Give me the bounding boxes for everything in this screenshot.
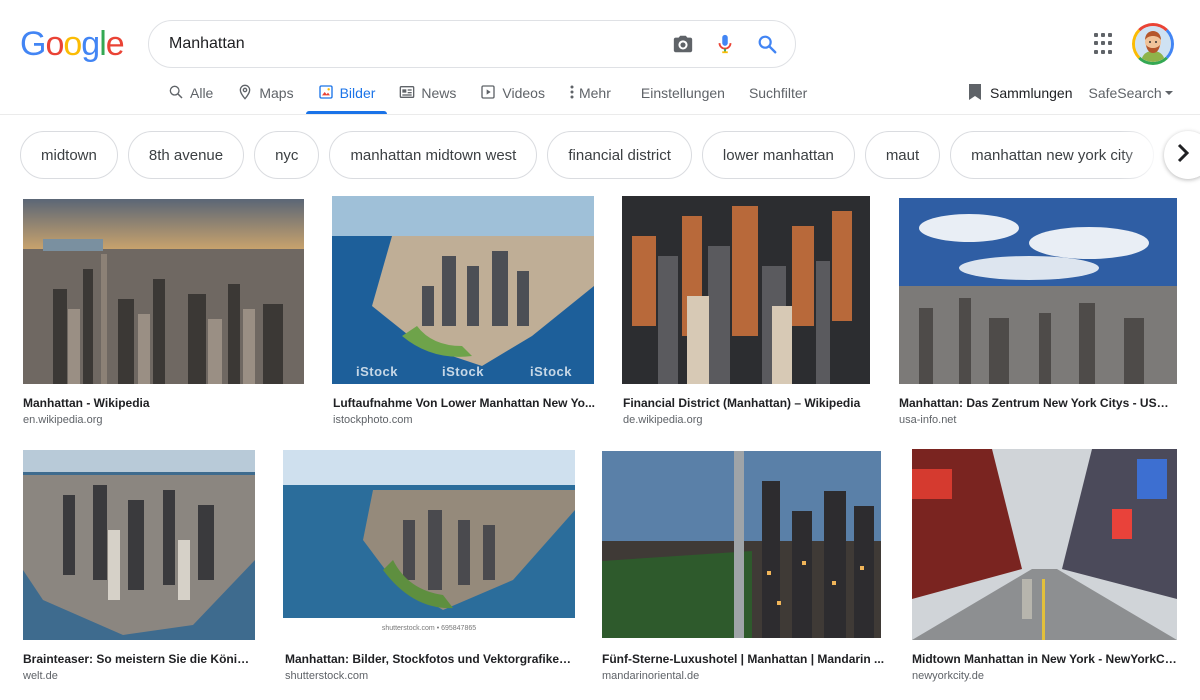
- result-title: Manhattan: Das Zentrum New York Citys - …: [899, 396, 1177, 410]
- right-tools: Sammlungen SafeSearch: [968, 72, 1174, 114]
- tab-news[interactable]: News: [387, 72, 468, 114]
- map-pin-icon: [237, 84, 253, 103]
- result-title: Manhattan - Wikipedia: [23, 396, 150, 410]
- result-thumbnail: shutterstock.com • 695847865: [283, 450, 575, 640]
- result-source: shutterstock.com: [285, 670, 369, 682]
- result-source: newyorkcity.de: [912, 670, 984, 682]
- caret-down-icon: [1164, 85, 1174, 101]
- search-tabs: Alle Maps Bilder News Videos Mehr Einste…: [166, 72, 819, 114]
- tab-mehr[interactable]: Mehr: [557, 72, 623, 114]
- result-source: en.wikipedia.org: [23, 414, 103, 426]
- chip[interactable]: maut: [864, 131, 941, 179]
- result-thumbnail: iStock iStock iStock: [332, 196, 594, 384]
- chip[interactable]: midtown: [20, 131, 118, 179]
- tab-maps[interactable]: Maps: [225, 72, 305, 114]
- watermark-text: iStock: [530, 364, 573, 379]
- microphone-icon[interactable]: [713, 32, 737, 56]
- result-title: Fünf-Sterne-Luxushotel | Manhattan | Man…: [602, 652, 885, 666]
- search-icon: [168, 84, 184, 103]
- chevron-right-icon: [1176, 143, 1190, 168]
- image-result[interactable]: Brainteaser: So meistern Sie die Königs.…: [20, 448, 258, 686]
- chip[interactable]: manhattan midtown west: [329, 131, 538, 179]
- tab-videos[interactable]: Videos: [468, 72, 557, 114]
- result-source: usa-info.net: [899, 414, 957, 426]
- related-chips: midtown 8th avenue nyc manhattan midtown…: [20, 131, 1200, 179]
- avatar[interactable]: [1132, 23, 1174, 65]
- result-title: Luftaufnahme Von Lower Manhattan New Yo.…: [333, 396, 595, 410]
- chip[interactable]: financial district: [547, 131, 692, 179]
- bookmark-icon: [968, 83, 982, 104]
- chip[interactable]: lower manhattan: [701, 131, 855, 179]
- image-result[interactable]: Manhattan: Das Zentrum New York Citys - …: [896, 196, 1180, 432]
- watermark-text: iStock: [356, 364, 399, 379]
- result-title: Manhattan: Bilder, Stockfotos und Vektor…: [285, 652, 575, 666]
- result-thumbnail: [899, 198, 1177, 384]
- more-vert-icon: [569, 84, 575, 103]
- search-input[interactable]: [169, 35, 653, 53]
- tab-suchfilter[interactable]: Suchfilter: [737, 72, 819, 114]
- image-icon: [318, 84, 334, 103]
- result-thumbnail: [23, 199, 304, 384]
- google-logo[interactable]: Google: [20, 25, 125, 64]
- result-source: de.wikipedia.org: [623, 414, 703, 426]
- chip[interactable]: nyc: [254, 131, 320, 179]
- chip[interactable]: 8th avenue: [127, 131, 245, 179]
- search-box: [148, 20, 796, 68]
- apps-grid-icon[interactable]: [1094, 33, 1116, 55]
- result-title: Midtown Manhattan in New York - NewYorkC…: [912, 652, 1177, 666]
- result-thumbnail: [622, 196, 870, 384]
- result-source: welt.de: [23, 670, 58, 682]
- result-source: mandarinoriental.de: [602, 670, 700, 682]
- camera-icon[interactable]: [671, 32, 695, 56]
- search-icon[interactable]: [755, 32, 779, 56]
- result-thumbnail: [602, 451, 881, 638]
- tab-einstellungen[interactable]: Einstellungen: [629, 72, 737, 114]
- video-icon: [480, 84, 496, 103]
- safesearch-dropdown[interactable]: SafeSearch: [1089, 85, 1174, 101]
- image-result[interactable]: shutterstock.com • 695847865 Manhattan: …: [280, 448, 578, 686]
- news-icon: [399, 84, 415, 103]
- image-result[interactable]: iStock iStock iStock Luftaufnahme Von Lo…: [329, 196, 597, 432]
- result-title: Financial District (Manhattan) – Wikiped…: [623, 396, 861, 410]
- result-thumbnail: [23, 450, 255, 640]
- watermark-text: iStock: [442, 364, 485, 379]
- shutterstock-caption: shutterstock.com • 695847865: [283, 618, 575, 640]
- image-result[interactable]: Fünf-Sterne-Luxushotel | Manhattan | Man…: [599, 448, 888, 686]
- image-result[interactable]: Midtown Manhattan in New York - NewYorkC…: [909, 448, 1180, 686]
- image-result[interactable]: Financial District (Manhattan) – Wikiped…: [619, 196, 874, 432]
- tab-alle[interactable]: Alle: [166, 72, 225, 114]
- result-thumbnail: [912, 449, 1177, 640]
- tab-bilder[interactable]: Bilder: [305, 72, 388, 114]
- header-divider: [0, 114, 1200, 115]
- result-title: Brainteaser: So meistern Sie die Königs.…: [23, 652, 255, 666]
- result-source: istockphoto.com: [333, 414, 413, 426]
- collections-button[interactable]: Sammlungen: [968, 83, 1073, 104]
- image-result[interactable]: Manhattan - Wikipedia en.wikipedia.org: [20, 196, 307, 432]
